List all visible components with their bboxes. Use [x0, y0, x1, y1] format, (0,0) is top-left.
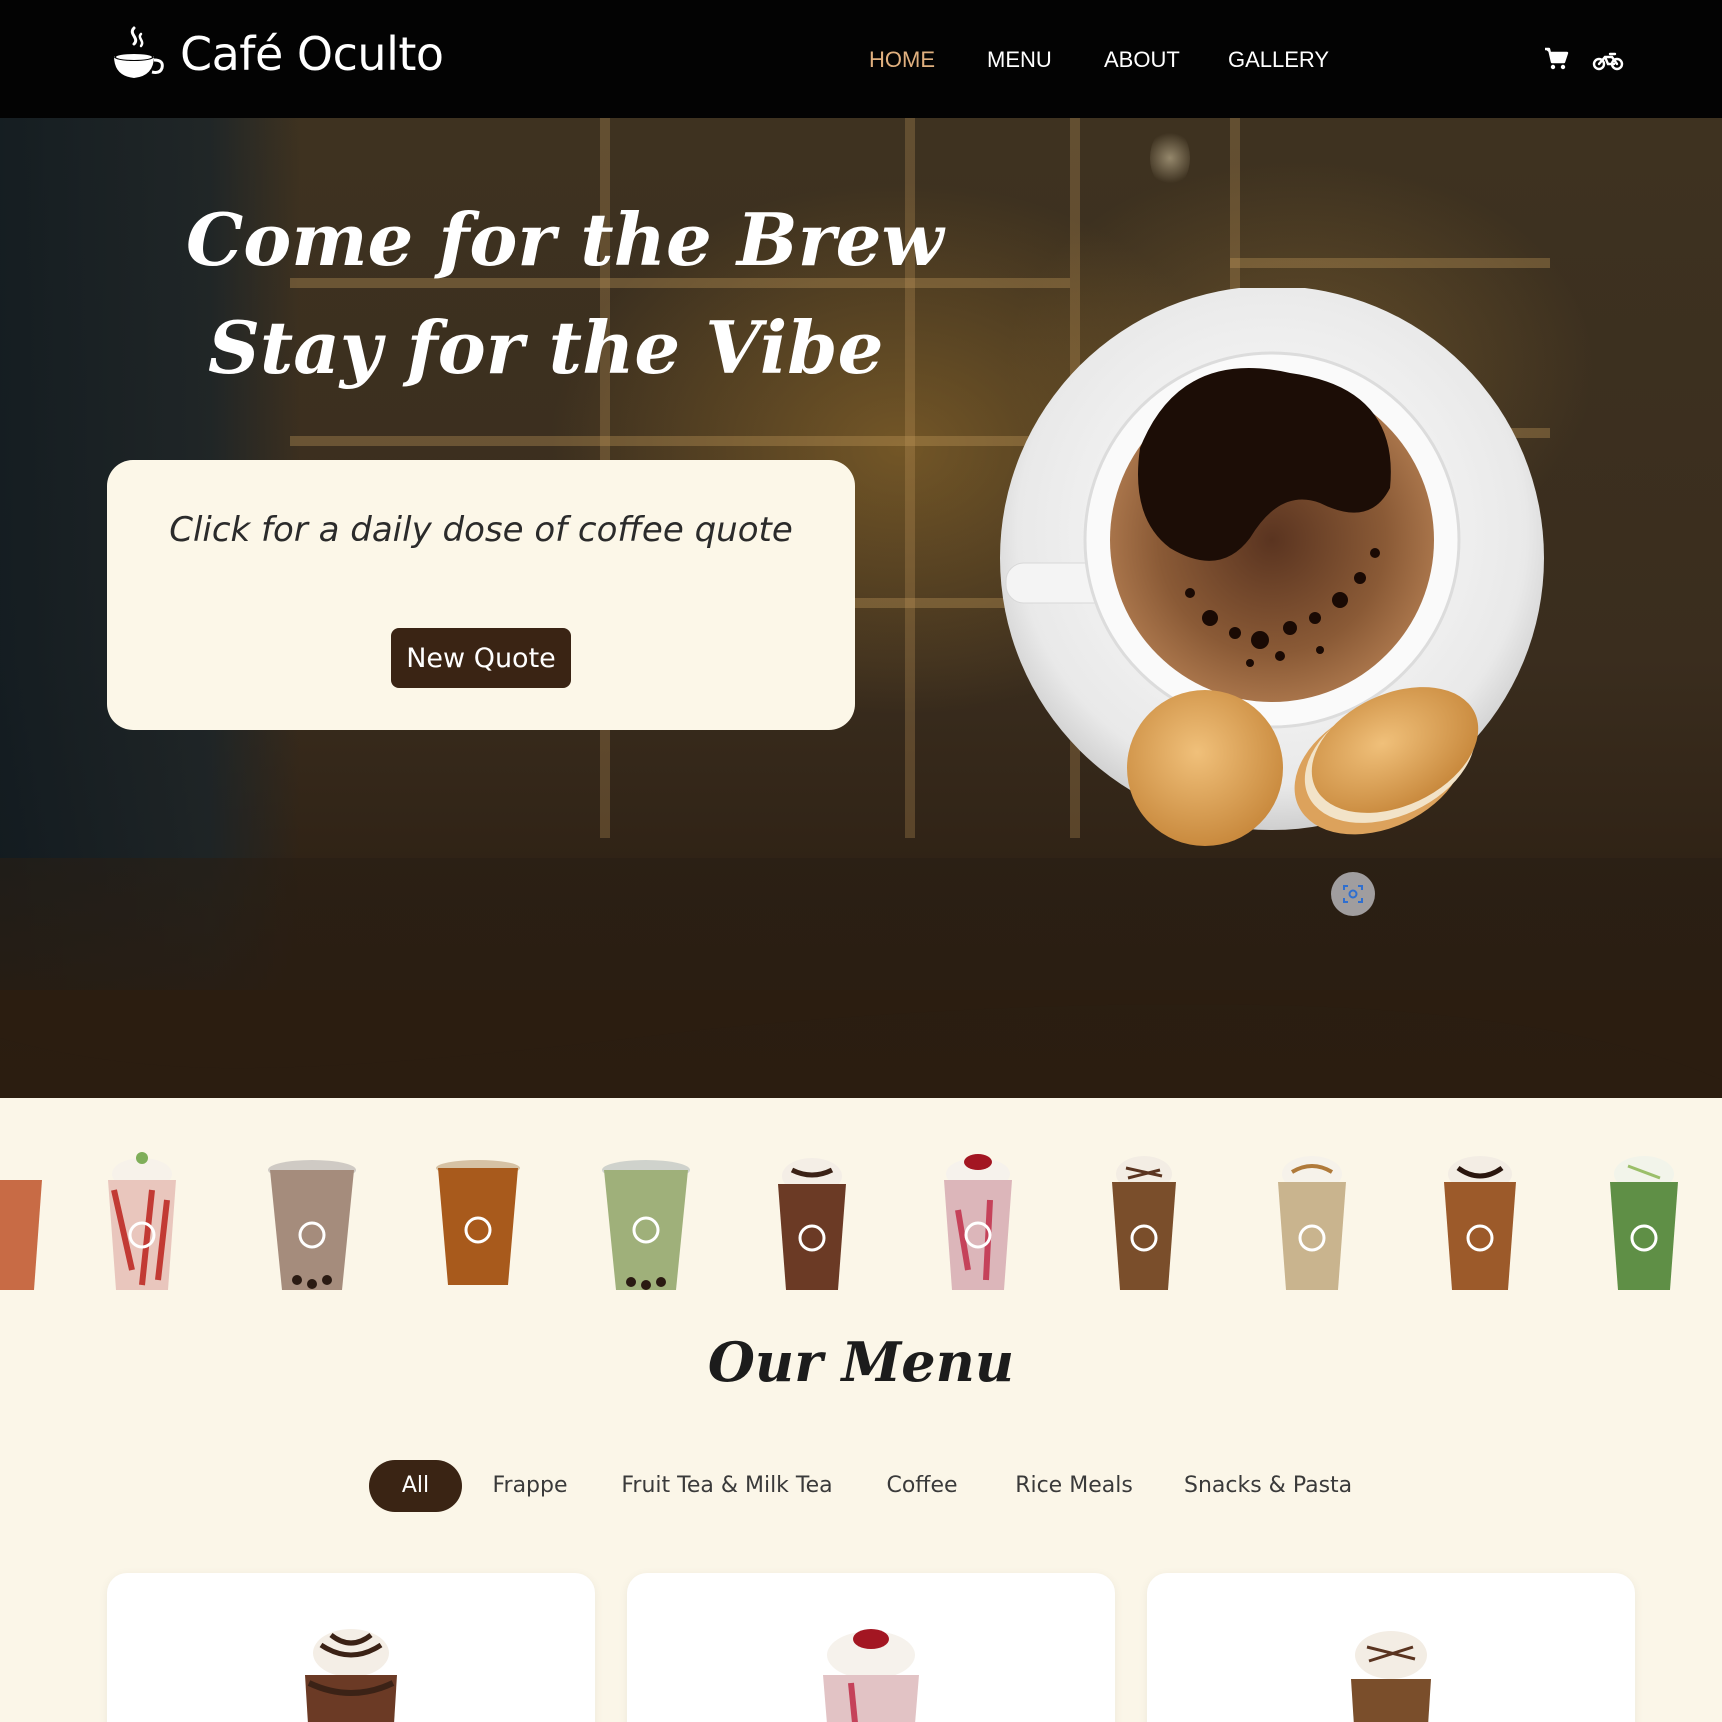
menu-card[interactable] — [1147, 1573, 1635, 1722]
menu-filter-tabs: All Frappe Fruit Tea & Milk Tea Coffee R… — [0, 1460, 1722, 1512]
menu-card[interactable] — [107, 1573, 595, 1722]
drink-image — [1278, 1156, 1346, 1290]
visual-search-icon — [1343, 885, 1363, 903]
nav-gallery[interactable]: GALLERY — [1228, 47, 1329, 73]
filter-frappe[interactable]: Frappe — [482, 1460, 578, 1512]
nav-menu[interactable]: MENU — [987, 47, 1052, 73]
nav-home[interactable]: HOME — [869, 47, 935, 73]
drink-image — [944, 1154, 1012, 1290]
drink-image — [436, 1160, 520, 1285]
visual-search-button[interactable] — [1331, 872, 1375, 916]
menu-item-image — [823, 1629, 919, 1722]
brand-home-link[interactable]: Café Oculto — [110, 24, 444, 84]
drink-image — [0, 1180, 42, 1290]
nav-about[interactable]: ABOUT — [1104, 47, 1180, 73]
hero-wave-divider — [0, 990, 1722, 1080]
hero-title-line2: Stay for the Vibe — [208, 305, 884, 390]
new-quote-button[interactable]: New Quote — [391, 628, 571, 688]
shelf-board — [1230, 258, 1550, 268]
drink-image — [778, 1158, 846, 1290]
menu-section-title: Our Menu — [707, 1330, 1015, 1394]
filter-all[interactable]: All — [369, 1460, 462, 1512]
cart-icon[interactable] — [1543, 46, 1569, 72]
motorcycle-icon[interactable] — [1592, 50, 1624, 72]
filter-coffee[interactable]: Coffee — [880, 1460, 964, 1512]
page: Café Oculto HOME MENU ABOUT GALLERY Come… — [0, 0, 1722, 1722]
quote-text: Click for a daily dose of coffee quote — [169, 510, 793, 550]
drink-image — [1112, 1156, 1176, 1290]
shelf-board — [290, 436, 1070, 446]
quote-card: Click for a daily dose of coffee quote N… — [107, 460, 855, 730]
menu-item-image — [1351, 1631, 1431, 1722]
hero-section: Come for the Brew Stay for the Vibe Clic… — [0, 118, 1722, 1098]
drink-image — [1610, 1156, 1678, 1290]
drink-image — [1444, 1156, 1516, 1290]
hero-lamp — [1150, 128, 1190, 188]
coffee-cup-steam-icon — [114, 26, 164, 78]
drink-image — [108, 1152, 176, 1290]
menu-card[interactable] — [627, 1573, 1115, 1722]
coffee-cup-image — [1000, 288, 1544, 846]
hero-title: Come for the Brew Stay for the Vibe — [186, 186, 943, 402]
drink-image — [268, 1160, 356, 1290]
navbar: Café Oculto HOME MENU ABOUT GALLERY — [0, 0, 1722, 118]
hero-title-line1: Come for the Brew — [186, 197, 944, 282]
menu-item-image — [305, 1629, 397, 1722]
filter-snacks-pasta[interactable]: Snacks & Pasta — [1184, 1460, 1352, 1512]
brand-name: Café Oculto — [180, 27, 444, 81]
filter-rice-meals[interactable]: Rice Meals — [1014, 1460, 1134, 1512]
drinks-strip — [0, 1150, 1722, 1300]
drink-image — [602, 1160, 690, 1290]
filter-fruit-tea-milk-tea[interactable]: Fruit Tea & Milk Tea — [618, 1460, 836, 1512]
